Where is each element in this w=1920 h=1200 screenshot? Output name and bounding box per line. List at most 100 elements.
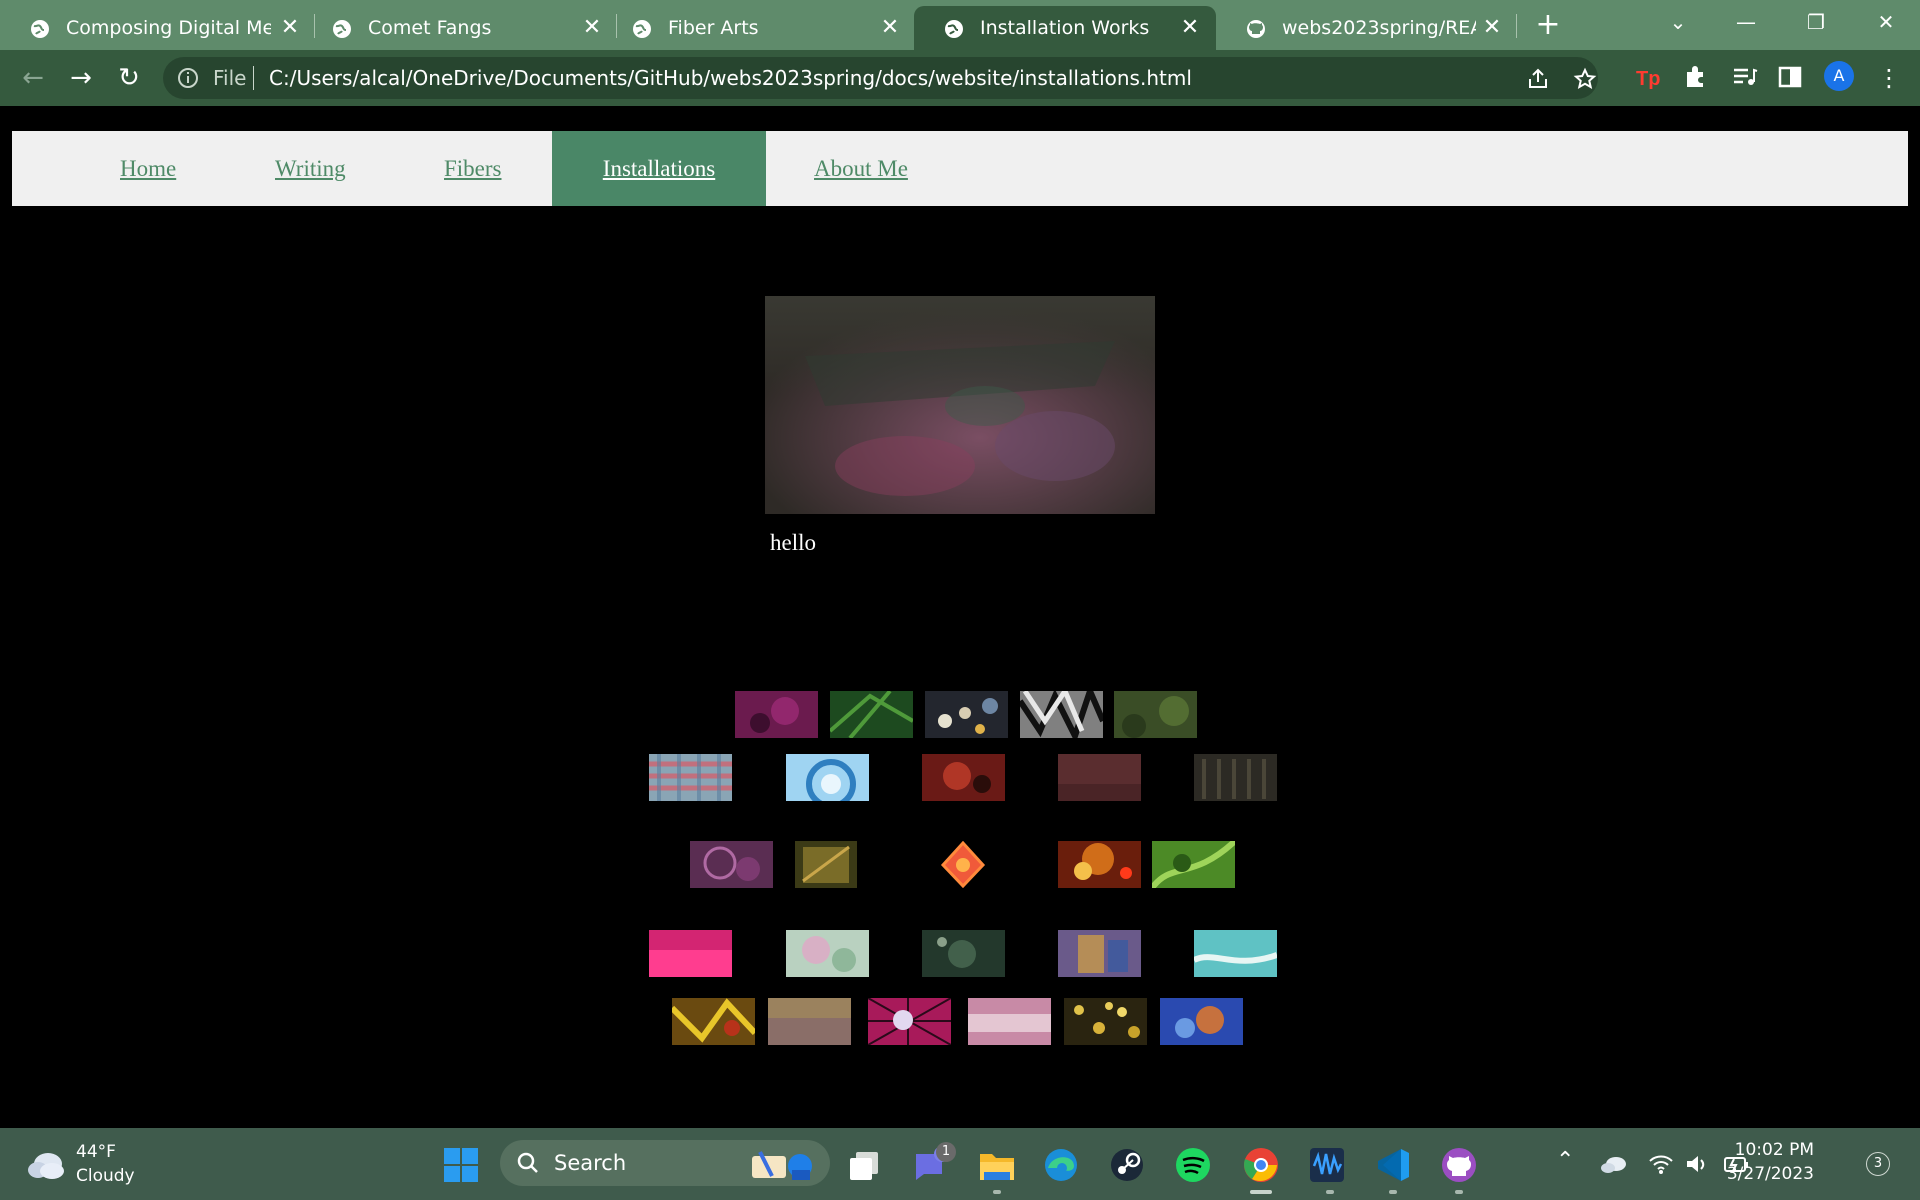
gallery-thumbnail[interactable] [1058,754,1141,801]
tab-installation-works[interactable]: Installation Works ✕ [914,6,1216,50]
back-button[interactable]: ← [18,64,48,94]
close-tab-icon[interactable]: ✕ [580,15,604,40]
gallery-thumbnail[interactable] [968,998,1051,1045]
browser-toolbar: ← → ↻ File C:/Users/alcal/OneDrive/Docum… [0,50,1920,106]
github-desktop-icon[interactable] [1440,1146,1478,1184]
tab-comet-fangs[interactable]: Comet Fangs ✕ [302,6,616,50]
gallery-thumbnail[interactable] [649,754,732,801]
page-viewport: Home Writing Fibers Installations About … [0,106,1920,1128]
weather-description[interactable]: Cloudy [76,1166,135,1186]
windows-start-icon[interactable] [442,1146,480,1184]
gallery-thumbnail[interactable] [1064,998,1147,1045]
app-running-indicator [1389,1190,1397,1194]
tab-title: Fiber Arts [668,17,759,39]
gallery-thumbnail[interactable] [1194,930,1277,977]
volume-icon[interactable] [1684,1152,1710,1176]
gallery-thumbnail[interactable] [786,930,869,977]
site-nav: Home Writing Fibers Installations About … [12,131,1908,206]
info-icon[interactable] [177,67,199,89]
tab-title: webs2023spring/README [1282,17,1476,39]
media-controls-icon[interactable] [1730,63,1758,91]
globe-icon [31,20,49,38]
onedrive-icon[interactable] [1600,1152,1628,1176]
tp-extension-icon[interactable]: Tp [1634,63,1662,91]
gallery-thumbnail[interactable] [1114,691,1197,738]
vscode-icon[interactable] [1374,1146,1412,1184]
scheme-label: File [213,66,247,90]
globe-icon [333,20,351,38]
nav-home[interactable]: Home [120,131,176,206]
nav-writing[interactable]: Writing [275,131,346,206]
notification-count-badge[interactable]: 3 [1866,1152,1890,1176]
url-text[interactable]: C:/Users/alcal/OneDrive/Documents/GitHub… [269,66,1192,90]
gallery-thumbnail[interactable] [925,691,1008,738]
globe-icon [945,20,963,38]
weather-temperature[interactable]: 44°F [76,1142,116,1162]
share-icon[interactable] [1526,67,1550,91]
installation-hero-image[interactable] [765,296,1155,514]
gallery-thumbnail[interactable] [768,998,851,1045]
chrome-active-indicator [1250,1190,1272,1194]
gallery-thumbnail[interactable] [649,930,732,977]
extensions-puzzle-icon[interactable] [1682,63,1710,91]
gallery-thumbnail[interactable] [795,841,857,888]
github-icon [1247,20,1265,38]
taskbar-search[interactable]: Search [500,1140,830,1186]
tab-composing-digital-media[interactable]: Composing Digital Media ✕ [0,6,314,50]
gallery-thumbnail[interactable] [922,754,1005,801]
new-tab-button[interactable]: + [1534,6,1562,46]
steam-icon[interactable] [1108,1146,1146,1184]
nav-fibers[interactable]: Fibers [444,131,502,206]
gallery-thumbnail[interactable] [786,754,869,801]
reload-button[interactable]: ↻ [114,64,144,94]
clock-date[interactable]: 3/27/2023 [1727,1164,1814,1184]
gallery-thumbnail[interactable] [1020,691,1103,738]
waveform-app-icon[interactable] [1308,1146,1346,1184]
tab-title: Comet Fangs [368,17,492,39]
task-view-icon[interactable] [846,1146,884,1184]
close-tab-icon[interactable]: ✕ [878,15,902,40]
forward-button[interactable]: → [66,64,96,94]
close-window-button[interactable]: ✕ [1856,0,1916,44]
restore-button[interactable]: ❐ [1786,0,1846,44]
minimize-button[interactable]: — [1716,0,1776,44]
gallery-thumbnail[interactable] [1194,754,1277,801]
spotify-icon[interactable] [1174,1146,1212,1184]
gallery-thumbnail[interactable] [1160,998,1243,1045]
chrome-icon[interactable] [1242,1146,1280,1184]
profile-avatar[interactable]: A [1824,61,1854,91]
close-tab-icon[interactable]: ✕ [1480,15,1504,40]
edge-browser-icon[interactable] [1042,1146,1080,1184]
menu-kebab-icon[interactable]: ⋮ [1874,64,1904,94]
gallery-thumbnail[interactable] [1058,930,1141,977]
gallery-thumbnail[interactable] [1058,841,1141,888]
tab-separator [1516,14,1517,38]
gallery-thumbnail[interactable] [1152,841,1235,888]
gallery-thumbnail[interactable] [690,841,773,888]
gallery-thumbnail[interactable] [868,998,951,1045]
bookmark-star-icon[interactable] [1573,67,1597,91]
tab-fiber-arts[interactable]: Fiber Arts ✕ [602,6,916,50]
file-explorer-icon[interactable] [978,1146,1016,1184]
cloud-weather-icon[interactable] [26,1146,66,1182]
close-tab-icon[interactable]: ✕ [1178,15,1202,40]
app-running-indicator [993,1190,1001,1194]
app-running-indicator [1326,1190,1334,1194]
tab-title: Installation Works [980,17,1150,39]
gallery-thumbnail[interactable] [830,691,913,738]
close-tab-icon[interactable]: ✕ [278,15,302,40]
gallery-thumbnail[interactable] [922,930,1005,977]
gallery-thumbnail[interactable] [735,691,818,738]
tab-search-chevron-icon[interactable]: ⌄ [1648,0,1708,44]
nav-installations[interactable]: Installations [552,131,766,206]
side-panel-icon[interactable] [1776,63,1804,91]
nav-about-me[interactable]: About Me [814,131,908,206]
tab-webs2023spring-readme[interactable]: webs2023spring/README ✕ [1216,6,1518,50]
tab-title: Composing Digital Media [66,17,271,39]
show-hidden-icons-chevron[interactable]: ⌃ [1556,1148,1574,1173]
clock-time[interactable]: 10:02 PM [1735,1140,1814,1160]
wifi-icon[interactable] [1648,1152,1674,1176]
gallery-thumbnail[interactable] [939,841,987,888]
gallery-thumbnail[interactable] [672,998,755,1045]
address-bar[interactable]: File C:/Users/alcal/OneDrive/Documents/G… [163,57,1598,99]
